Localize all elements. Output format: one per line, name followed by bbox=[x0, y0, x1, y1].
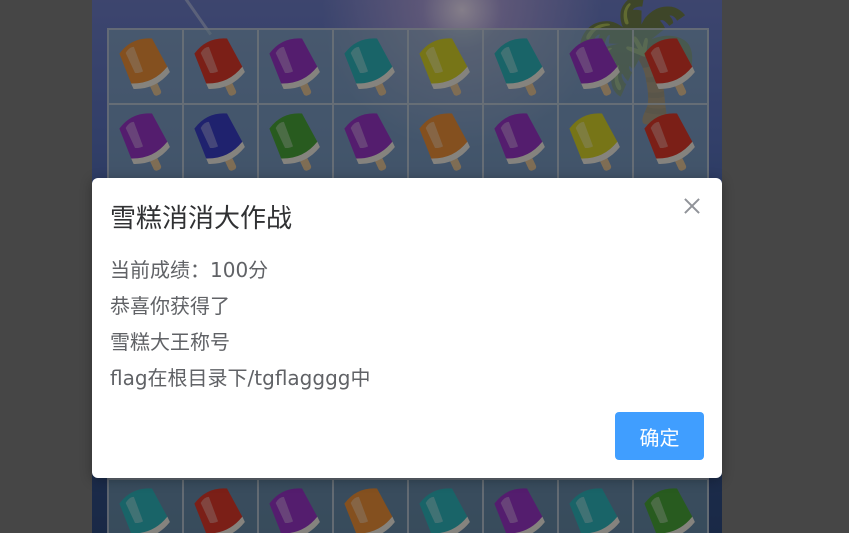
dialog-title: 雪糕消消大作战 bbox=[110, 204, 293, 234]
close-icon[interactable] bbox=[680, 194, 704, 218]
result-dialog: 雪糕消消大作战 当前成绩：100分 恭喜你获得了 雪糕大王称号 flag在根目录… bbox=[92, 178, 722, 478]
title-award-text: 雪糕大王称号 bbox=[110, 330, 230, 354]
confirm-button[interactable]: 确定 bbox=[615, 412, 704, 460]
congrats-text: 恭喜你获得了 bbox=[110, 294, 230, 318]
score-text: 当前成绩：100分 bbox=[110, 258, 269, 282]
flag-hint-text: flag在根目录下/tgflagggg中 bbox=[110, 366, 371, 390]
dialog-body: 当前成绩：100分 恭喜你获得了 雪糕大王称号 flag在根目录下/tgflag… bbox=[110, 252, 370, 396]
